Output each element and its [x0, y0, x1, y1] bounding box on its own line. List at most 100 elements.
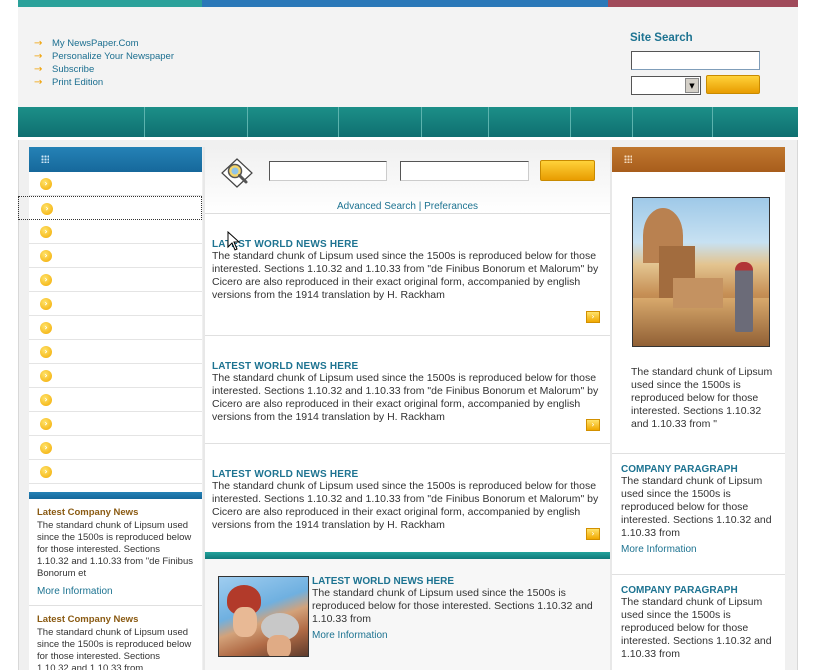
- top-link-item[interactable]: → Print Edition: [34, 76, 174, 89]
- left-menu-item[interactable]: ›: [29, 172, 202, 196]
- search-go-button[interactable]: [540, 160, 595, 181]
- company-news-title: Latest Company News: [37, 614, 139, 625]
- left-menu-item[interactable]: ›: [29, 292, 202, 316]
- arrow-bullet-icon: ›: [40, 250, 52, 262]
- left-menu-item[interactable]: ›: [29, 244, 202, 268]
- left-menu-item[interactable]: ›: [29, 316, 202, 340]
- link-personalize[interactable]: Personalize Your Newspaper: [52, 50, 174, 63]
- nav-separator: [338, 107, 339, 137]
- left-section-divider: [29, 492, 202, 499]
- photo-shape: [673, 278, 723, 308]
- right-column-header: [612, 147, 785, 172]
- grid-icon: [624, 155, 632, 163]
- feature-text: LATEST WORLD NEWS HERE The standard chun…: [312, 576, 597, 641]
- arrow-go-icon[interactable]: ›: [586, 528, 600, 540]
- arrow-bullet-icon: ›: [40, 394, 52, 406]
- arrow-bullet-icon: ›: [40, 466, 52, 478]
- left-menu-item[interactable]: ›: [29, 412, 202, 436]
- magnifier-search-icon: [221, 158, 253, 188]
- left-menu-item[interactable]: ›: [29, 388, 202, 412]
- link-my-newspaper[interactable]: My NewsPaper.Com: [52, 37, 139, 50]
- feature-title[interactable]: LATEST WORLD NEWS HERE: [312, 576, 597, 587]
- link-print-edition[interactable]: Print Edition: [52, 76, 103, 89]
- right-column: The standard chunk of Lipsum used since …: [612, 147, 785, 670]
- left-menu-item[interactable]: ›: [29, 364, 202, 388]
- top-color-bars: [18, 0, 798, 7]
- arrow-go-icon[interactable]: ›: [586, 311, 600, 323]
- top-link-item[interactable]: → My NewsPaper.Com: [34, 37, 174, 50]
- arrow-bullet-icon: ›: [40, 274, 52, 286]
- company-news-block: Latest Company News The standard chunk o…: [29, 606, 202, 670]
- article-title[interactable]: LATEST WORLD NEWS HERE: [212, 239, 602, 250]
- arrow-right-icon: →: [34, 77, 43, 88]
- feature-photo: [218, 576, 309, 657]
- company-paragraph-body: The standard chunk of Lipsum used since …: [621, 475, 772, 539]
- more-information-link[interactable]: More Information: [37, 586, 194, 597]
- news-article: LATEST WORLD NEWS HERE The standard chun…: [205, 336, 610, 444]
- left-menu-item[interactable]: ›: [29, 220, 202, 244]
- company-news-body: The standard chunk of Lipsum used since …: [37, 520, 194, 579]
- top-link-item[interactable]: → Personalize Your Newspaper: [34, 50, 174, 63]
- arrow-right-icon: →: [34, 64, 43, 75]
- left-menu-item[interactable]: ›: [18, 196, 202, 220]
- photo-caption: The standard chunk of Lipsum used since …: [631, 366, 773, 430]
- link-subscribe[interactable]: Subscribe: [52, 63, 94, 76]
- top-link-item[interactable]: → Subscribe: [34, 63, 174, 76]
- main-nav-bar: [18, 107, 798, 137]
- news-article: LATEST WORLD NEWS HERE The standard chun…: [205, 444, 610, 552]
- center-search-panel: Advanced Search | Preferances: [205, 147, 610, 214]
- left-menu-item[interactable]: ›: [29, 436, 202, 460]
- more-information-link[interactable]: More Information: [312, 630, 597, 641]
- arrow-right-icon: →: [34, 51, 43, 62]
- topbar-green: [18, 0, 202, 7]
- company-paragraph-title: COMPANY PARAGRAPH: [621, 464, 738, 475]
- nav-separator: [570, 107, 571, 137]
- site-search-go-button[interactable]: [706, 75, 760, 94]
- more-information-link[interactable]: More Information: [621, 544, 779, 555]
- keyword-input[interactable]: [269, 161, 387, 181]
- article-title[interactable]: LATEST WORLD NEWS HERE: [212, 361, 602, 372]
- nav-separator: [421, 107, 422, 137]
- left-menu-item[interactable]: ›: [29, 268, 202, 292]
- article-title[interactable]: LATEST WORLD NEWS HERE: [212, 469, 602, 480]
- arrow-go-icon[interactable]: ›: [586, 419, 600, 431]
- mosque-photo: [632, 197, 770, 347]
- company-paragraph: COMPANY PARAGRAPH The standard chunk of …: [612, 453, 785, 555]
- nav-separator: [144, 107, 145, 137]
- chevron-down-icon[interactable]: ▼: [685, 78, 699, 93]
- preferences-link[interactable]: Preferances: [424, 201, 478, 212]
- company-news-title: Latest Company News: [37, 507, 139, 518]
- site-search-input[interactable]: [631, 51, 760, 70]
- arrow-bullet-icon: ›: [40, 322, 52, 334]
- advanced-search-link[interactable]: Advanced Search: [337, 201, 416, 212]
- nav-separator: [632, 107, 633, 137]
- top-links: → My NewsPaper.Com → Personalize Your News…: [34, 37, 174, 89]
- topbar-maroon: [608, 0, 798, 7]
- left-column-header: [29, 147, 202, 172]
- site-search-title: Site Search: [630, 32, 693, 44]
- company-news-block: Latest Company News The standard chunk o…: [29, 499, 202, 597]
- left-menu-item[interactable]: ›: [29, 340, 202, 364]
- left-menu-item[interactable]: ›: [29, 460, 202, 484]
- feature-body: The standard chunk of Lipsum used since …: [312, 587, 593, 625]
- topbar-blue: [202, 0, 608, 7]
- nav-separator: [488, 107, 489, 137]
- article-body: The standard chunk of Lipsum used since …: [212, 480, 599, 531]
- link-separator: |: [418, 201, 422, 212]
- arrow-bullet-icon: ›: [40, 226, 52, 238]
- arrow-bullet-icon: ›: [41, 203, 53, 215]
- left-column: › › › › › › › › › › › › › Latest Company…: [18, 147, 202, 670]
- nav-separator: [247, 107, 248, 137]
- article-body: The standard chunk of Lipsum used since …: [212, 250, 599, 301]
- arrow-bullet-icon: ›: [40, 418, 52, 430]
- feature-article: LATEST WORLD NEWS HERE The standard chun…: [205, 559, 610, 670]
- category-input[interactable]: [400, 161, 529, 181]
- search-options: Advanced Search | Preferances: [205, 201, 610, 212]
- photo-shape: [233, 607, 257, 637]
- arrow-bullet-icon: ›: [40, 346, 52, 358]
- arrow-bullet-icon: ›: [40, 178, 52, 190]
- photo-shape: [735, 262, 753, 332]
- company-paragraph-body: The standard chunk of Lipsum used since …: [621, 596, 772, 660]
- site-search-select[interactable]: ▼: [631, 76, 701, 95]
- company-paragraph: COMPANY PARAGRAPH The standard chunk of …: [612, 574, 785, 661]
